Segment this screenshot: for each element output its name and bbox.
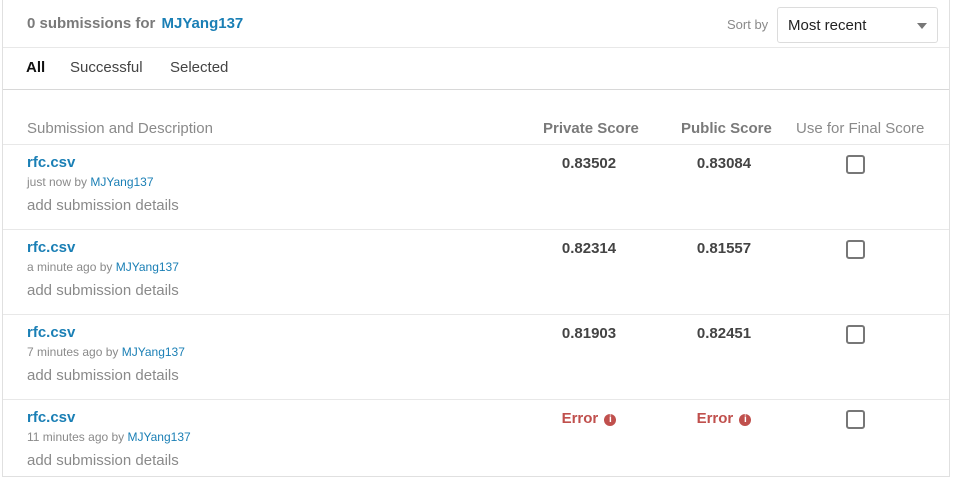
private-score-error-text: Error <box>561 410 599 427</box>
submission-row: rfc.csv 7 minutes ago by MJYang137 add s… <box>3 314 949 399</box>
info-circle-icon[interactable]: i <box>604 414 617 426</box>
submission-time: 7 minutes ago by <box>27 345 119 359</box>
submission-meta: a minute ago by MJYang137 <box>27 260 179 274</box>
submission-count: 0 submissions for MJYang137 <box>27 15 243 32</box>
submission-time: just now by <box>27 175 88 189</box>
add-details-link[interactable]: add submission details <box>27 197 179 214</box>
public-score: 0.81557 <box>696 240 752 257</box>
column-header-public-score: Public Score <box>681 120 772 137</box>
submissions-panel: 0 submissions for MJYang137 Sort by Most… <box>2 0 950 477</box>
sort-label: Sort by <box>727 17 769 32</box>
info-circle-icon[interactable]: i <box>739 414 752 426</box>
submission-user-link[interactable]: MJYang137 <box>122 345 185 359</box>
submission-file-link[interactable]: rfc.csv <box>27 154 75 171</box>
submission-count-text: 0 submissions for <box>27 15 156 32</box>
private-score: 0.82314 <box>561 240 617 257</box>
tab-successful[interactable]: Successful <box>70 59 143 76</box>
submission-row: rfc.csv just now by MJYang137 add submis… <box>3 144 949 229</box>
add-details-link[interactable]: add submission details <box>27 452 179 469</box>
submission-row: rfc.csv a minute ago by MJYang137 add su… <box>3 229 949 314</box>
column-header-description: Submission and Description <box>27 120 213 137</box>
public-score: 0.83084 <box>696 155 752 172</box>
submission-time: 11 minutes ago by <box>27 430 125 444</box>
final-score-checkbox[interactable] <box>846 325 865 344</box>
final-score-checkbox[interactable] <box>846 410 865 429</box>
header-user-link[interactable]: MJYang137 <box>162 15 244 32</box>
final-score-checkbox[interactable] <box>846 240 865 259</box>
submission-meta: 11 minutes ago by MJYang137 <box>27 430 191 444</box>
add-details-link[interactable]: add submission details <box>27 282 179 299</box>
sort-dropdown-value: Most recent <box>788 17 867 34</box>
submission-meta: just now by MJYang137 <box>27 175 154 189</box>
submission-file-link[interactable]: rfc.csv <box>27 324 75 341</box>
public-score-error-text: Error <box>696 410 734 427</box>
private-score: 0.81903 <box>561 325 617 342</box>
submission-user-link[interactable]: MJYang137 <box>116 260 179 274</box>
column-header-final-score: Use for Final Score <box>796 120 925 137</box>
public-score: 0.82451 <box>696 325 752 342</box>
caret-down-icon <box>917 23 927 29</box>
public-score-error: Error i <box>674 410 774 427</box>
filter-tabs: All Successful Selected <box>3 49 949 90</box>
submission-row: rfc.csv 11 minutes ago by MJYang137 add … <box>3 399 949 484</box>
private-score: 0.83502 <box>561 155 617 172</box>
add-details-link[interactable]: add submission details <box>27 367 179 384</box>
submission-time: a minute ago by <box>27 260 113 274</box>
tab-all[interactable]: All <box>26 59 45 76</box>
final-score-checkbox[interactable] <box>846 155 865 174</box>
submission-user-link[interactable]: MJYang137 <box>128 430 191 444</box>
submission-file-link[interactable]: rfc.csv <box>27 239 75 256</box>
submissions-header: 0 submissions for MJYang137 Sort by Most… <box>3 0 949 48</box>
sort-dropdown[interactable]: Most recent <box>777 7 938 43</box>
private-score-error: Error i <box>539 410 639 427</box>
submission-file-link[interactable]: rfc.csv <box>27 409 75 426</box>
tab-selected[interactable]: Selected <box>170 59 228 76</box>
column-header-private-score: Private Score <box>543 120 639 137</box>
submission-user-link[interactable]: MJYang137 <box>90 175 153 189</box>
submission-meta: 7 minutes ago by MJYang137 <box>27 345 185 359</box>
